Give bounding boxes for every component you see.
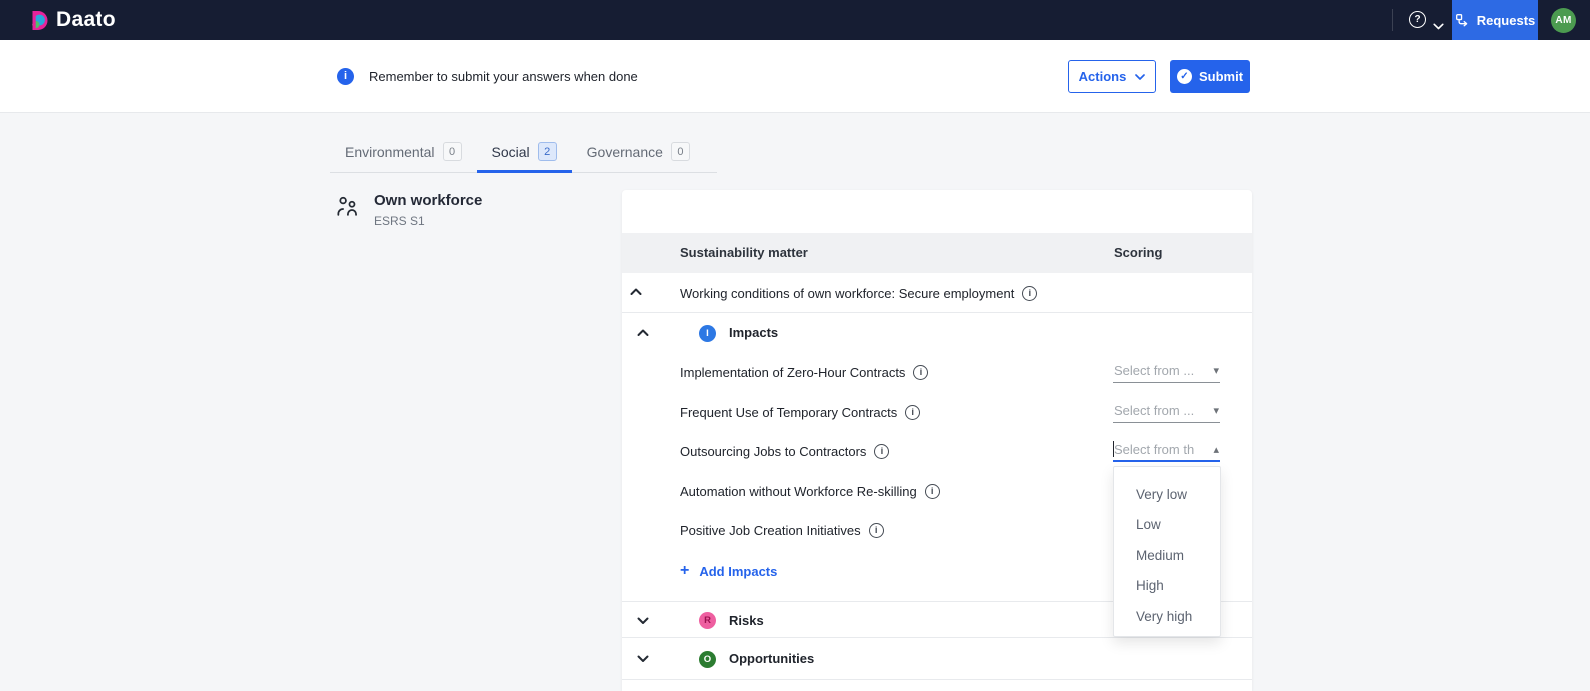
info-icon[interactable]: i: [869, 523, 884, 538]
dropdown-option-low[interactable]: Low: [1114, 510, 1220, 541]
submit-label: Submit: [1199, 69, 1243, 84]
topic-heading: Own workforce ESRS S1: [335, 192, 482, 228]
help-icon[interactable]: ?: [1409, 11, 1426, 28]
info-icon: i: [337, 68, 354, 85]
scoring-select[interactable]: Select from ...: [1113, 359, 1220, 383]
banner-notice: Remember to submit your answers when don…: [369, 69, 638, 84]
screen: Daato ? Requests AM i Remember to submit…: [0, 0, 1590, 691]
impact-row: Implementation of Zero-Hour Contracts i …: [622, 353, 1252, 393]
dropdown-option-very-high[interactable]: Very high: [1114, 601, 1220, 632]
caret-down-icon: [1213, 404, 1219, 417]
impacts-section-label: Impacts: [729, 313, 778, 353]
topbar: Daato ? Requests AM: [0, 0, 1590, 40]
column-sustainability-matter: Sustainability matter: [680, 233, 808, 273]
impacts-badge: I: [699, 325, 716, 342]
opportunities-section-row: O Opportunities: [622, 638, 1252, 680]
opportunities-section-label: Opportunities: [729, 638, 814, 680]
tab-social[interactable]: Social 2: [477, 131, 572, 172]
dropdown-option-very-low[interactable]: Very low: [1114, 479, 1220, 510]
tab-count-badge: 0: [671, 142, 690, 161]
risks-badge: R: [699, 612, 716, 629]
add-impacts-label: Add Impacts: [699, 564, 777, 579]
actions-button[interactable]: Actions: [1068, 60, 1156, 93]
scoring-select[interactable]: Select from ...: [1113, 399, 1220, 423]
collapse-chevron-up-icon[interactable]: [637, 329, 649, 337]
daato-logo-icon: [30, 10, 51, 31]
impact-row: Frequent Use of Temporary Contracts i Se…: [622, 393, 1252, 433]
tab-environmental[interactable]: Environmental 0: [330, 131, 477, 172]
tab-label: Governance: [587, 144, 663, 160]
impact-label: Implementation of Zero-Hour Contracts: [680, 365, 905, 380]
collapse-chevron-up-icon[interactable]: [630, 288, 642, 296]
dropdown-option-high[interactable]: High: [1114, 571, 1220, 602]
tab-bar: Environmental 0 Social 2 Governance 0: [330, 131, 717, 173]
column-scoring: Scoring: [1114, 233, 1162, 273]
select-placeholder: Select from ...: [1114, 363, 1194, 378]
impact-label: Outsourcing Jobs to Contractors: [680, 444, 866, 459]
add-impacts-button[interactable]: Add Impacts: [680, 551, 777, 591]
table-header: Sustainability matter Scoring: [622, 233, 1252, 273]
actions-label: Actions: [1079, 69, 1127, 84]
caret-down-icon: [1213, 364, 1219, 377]
topbar-divider: [1392, 9, 1393, 31]
impact-label: Frequent Use of Temporary Contracts: [680, 405, 897, 420]
requests-button[interactable]: Requests: [1452, 0, 1538, 40]
info-icon[interactable]: i: [913, 365, 928, 380]
requests-icon: [1455, 13, 1470, 28]
submit-button[interactable]: Submit: [1170, 60, 1250, 93]
tab-label: Social: [492, 144, 530, 160]
tab-count-badge: 2: [538, 142, 557, 161]
expand-chevron-down-icon[interactable]: [637, 617, 649, 625]
banner: i Remember to submit your answers when d…: [0, 40, 1590, 113]
matter-label: Working conditions of own workforce: Sec…: [680, 286, 1014, 301]
impacts-section-row: I Impacts: [622, 313, 1252, 353]
impact-label: Automation without Workforce Re-skilling: [680, 484, 917, 499]
plus-icon: [680, 563, 689, 579]
select-placeholder: Select from ...: [1114, 403, 1194, 418]
opportunities-badge: O: [699, 651, 716, 668]
info-icon[interactable]: i: [925, 484, 940, 499]
tab-label: Environmental: [345, 144, 435, 160]
dropdown-option-medium[interactable]: Medium: [1114, 540, 1220, 571]
info-icon[interactable]: i: [874, 444, 889, 459]
chevron-down-icon: [1135, 74, 1145, 80]
workforce-people-icon: [335, 194, 360, 228]
tab-governance[interactable]: Governance 0: [572, 131, 705, 172]
expand-chevron-down-icon[interactable]: [637, 655, 649, 663]
caret-up-icon: [1213, 443, 1219, 456]
chevron-down-icon[interactable]: [1433, 17, 1444, 35]
scoring-select-open[interactable]: Select from th: [1113, 438, 1220, 462]
topic-code: ESRS S1: [374, 214, 482, 228]
info-icon[interactable]: i: [905, 405, 920, 420]
logo[interactable]: Daato: [30, 0, 116, 40]
matter-row: Working conditions of own workforce: Sec…: [622, 273, 1252, 313]
scoring-dropdown-panel: Very low Low Medium High Very high: [1113, 466, 1221, 637]
info-icon[interactable]: i: [1022, 286, 1037, 301]
risks-section-label: Risks: [729, 602, 764, 639]
tab-count-badge: 0: [443, 142, 462, 161]
select-placeholder: Select from th: [1114, 442, 1194, 457]
logo-text: Daato: [56, 8, 116, 32]
check-circle-icon: [1177, 69, 1192, 84]
topic-title: Own workforce: [374, 192, 482, 209]
avatar[interactable]: AM: [1551, 8, 1576, 33]
requests-label: Requests: [1477, 13, 1536, 28]
impact-label: Positive Job Creation Initiatives: [680, 523, 861, 538]
